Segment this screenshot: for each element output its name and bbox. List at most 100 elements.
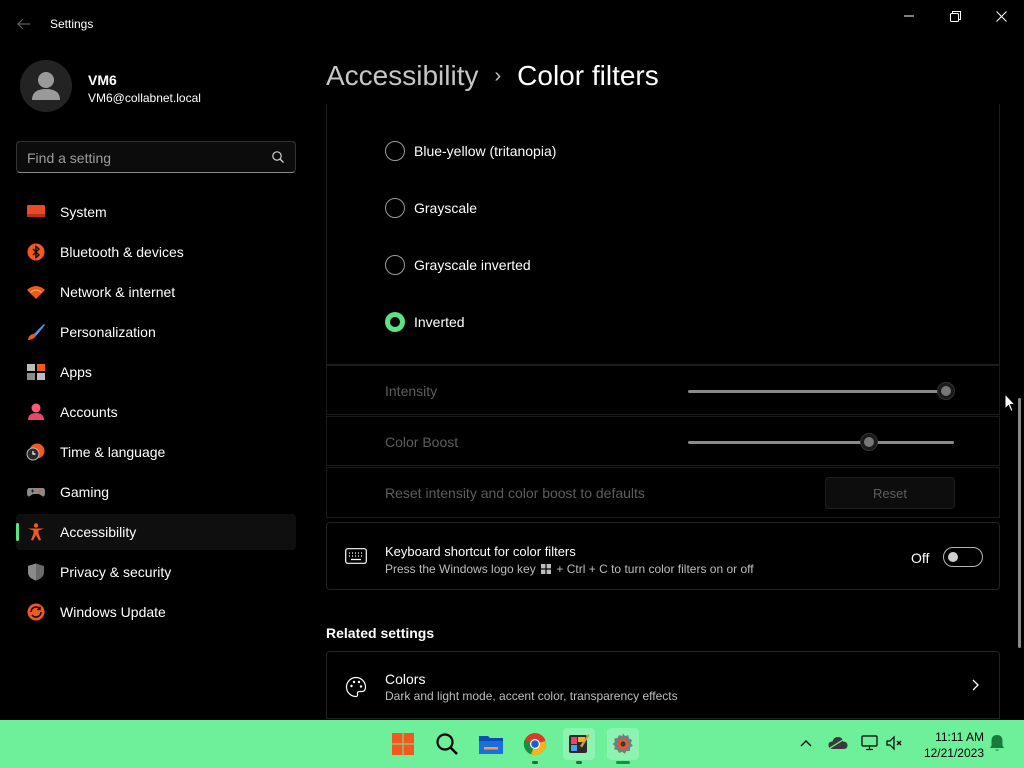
taskbar-search-button[interactable] <box>431 728 463 760</box>
paint-icon <box>569 734 590 753</box>
clock-date: 12/21/2023 <box>923 746 984 760</box>
user-email: VM6@collabnet.local <box>88 91 201 105</box>
bell-icon <box>990 735 1004 751</box>
radio-grayscale-inverted[interactable]: Grayscale inverted <box>385 253 531 277</box>
sidebar-item-label: Bluetooth & devices <box>60 244 184 260</box>
radio-button-checked[interactable] <box>385 312 405 332</box>
show-hidden-icons-button[interactable] <box>795 732 817 754</box>
palette-icon <box>345 676 367 698</box>
sidebar-item-gaming[interactable]: Gaming <box>16 474 296 510</box>
apps-icon <box>27 364 45 380</box>
update-icon <box>27 603 45 621</box>
system-icon <box>27 205 45 217</box>
related-settings-heading: Related settings <box>326 625 435 641</box>
color-boost-row: Color Boost <box>326 416 1000 466</box>
radio-button[interactable] <box>385 141 405 161</box>
sidebar-item-network[interactable]: Network & internet <box>16 274 296 310</box>
gamepad-icon <box>27 488 45 497</box>
radio-button[interactable] <box>385 255 405 275</box>
intensity-slider[interactable] <box>688 390 954 393</box>
sidebar-nav: System Bluetooth & devices Network & int… <box>16 194 296 634</box>
app-title: Settings <box>50 17 94 31</box>
radio-button[interactable] <box>385 198 405 218</box>
related-item-title: Colors <box>385 671 426 687</box>
sidebar-item-personalization[interactable]: Personalization <box>16 314 296 350</box>
close-button[interactable] <box>978 0 1024 32</box>
sidebar-item-label: Time & language <box>60 444 166 460</box>
sidebar-item-bluetooth[interactable]: Bluetooth & devices <box>16 234 296 270</box>
network-icon <box>861 735 878 751</box>
color-boost-slider[interactable] <box>688 441 954 444</box>
color-boost-slider-thumb[interactable] <box>859 433 878 451</box>
sidebar-item-label: Apps <box>60 364 92 380</box>
user-avatar-icon <box>20 60 72 112</box>
radio-label: Grayscale inverted <box>414 257 531 273</box>
color-filter-options: Blue-yellow (tritanopia) Grayscale Grays… <box>326 104 1000 365</box>
sidebar-item-accessibility[interactable]: Accessibility <box>16 514 296 550</box>
reset-button[interactable]: Reset <box>825 477 955 509</box>
radio-grayscale[interactable]: Grayscale <box>385 196 477 220</box>
keyboard-shortcut-toggle[interactable] <box>943 547 983 567</box>
network-tray-button[interactable] <box>859 732 881 754</box>
radio-tritanopia[interactable]: Blue-yellow (tritanopia) <box>385 139 556 163</box>
chrome-icon <box>523 733 546 756</box>
related-item-colors[interactable]: Colors Dark and light mode, accent color… <box>326 651 1000 719</box>
sidebar-item-time-language[interactable]: Time & language <box>16 434 296 470</box>
radio-label: Grayscale <box>414 200 478 216</box>
keyboard-shortcut-title: Keyboard shortcut for color filters <box>385 544 576 559</box>
start-button[interactable] <box>387 728 419 760</box>
intensity-label: Intensity <box>385 383 438 399</box>
onedrive-tray-button[interactable] <box>827 732 849 754</box>
sidebar-item-label: System <box>60 204 107 220</box>
volume-mute-icon <box>886 735 902 751</box>
close-icon <box>995 10 1007 22</box>
search-icon[interactable] <box>271 150 285 164</box>
sidebar-item-system[interactable]: System <box>16 194 296 230</box>
search-box[interactable] <box>16 141 296 173</box>
sidebar-item-label: Accounts <box>60 404 118 420</box>
radio-label: Inverted <box>414 314 465 330</box>
file-explorer-button[interactable] <box>475 728 507 760</box>
settings-icon <box>612 733 633 754</box>
breadcrumb-parent[interactable]: Accessibility <box>326 60 478 92</box>
back-arrow-icon <box>17 18 30 30</box>
shield-icon <box>28 563 44 581</box>
scrollbar[interactable] <box>1018 398 1021 648</box>
system-clock[interactable]: 11:11 AM 12/21/2023 <box>914 729 984 761</box>
chevron-up-icon <box>800 740 812 747</box>
chrome-button[interactable] <box>519 728 551 764</box>
sidebar-item-windows-update[interactable]: Windows Update <box>16 594 296 630</box>
title-bar: Settings <box>0 0 1024 48</box>
windows-logo-icon <box>541 564 552 574</box>
volume-tray-button[interactable] <box>884 732 906 754</box>
search-input[interactable] <box>27 148 257 168</box>
file-explorer-icon <box>479 736 503 754</box>
clock-globe-icon <box>26 443 45 461</box>
keyboard-shortcut-desc: Press the Windows logo key + Ctrl + C to… <box>385 562 754 576</box>
settings-button[interactable] <box>607 728 639 764</box>
minimize-button[interactable] <box>886 0 932 32</box>
sidebar-item-label: Network & internet <box>60 284 176 300</box>
sidebar-item-apps[interactable]: Apps <box>16 354 296 390</box>
page-title: Color filters <box>517 60 659 91</box>
running-indicator <box>532 761 538 764</box>
maximize-button[interactable] <box>932 0 978 32</box>
notification-button[interactable] <box>986 732 1008 754</box>
bluetooth-icon <box>27 243 45 261</box>
reset-row: Reset intensity and color boost to defau… <box>326 467 1000 518</box>
sidebar-item-accounts[interactable]: Accounts <box>16 394 296 430</box>
related-item-desc: Dark and light mode, accent color, trans… <box>385 689 678 703</box>
sidebar-item-privacy[interactable]: Privacy & security <box>16 554 296 590</box>
paint-button[interactable] <box>563 728 595 764</box>
color-boost-label: Color Boost <box>385 434 459 450</box>
keyboard-shortcut-desc-after: + Ctrl + C to turn color filters on or o… <box>556 562 754 576</box>
back-button[interactable] <box>12 12 36 36</box>
sidebar-item-label: Privacy & security <box>60 564 172 580</box>
sidebar-item-label: Personalization <box>60 324 156 340</box>
breadcrumb-separator: › <box>494 64 502 87</box>
radio-inverted[interactable]: Inverted <box>385 310 465 334</box>
intensity-row: Intensity <box>326 365 1000 415</box>
intensity-slider-thumb[interactable] <box>937 382 956 400</box>
restore-icon <box>949 10 961 22</box>
accounts-icon <box>28 403 44 420</box>
